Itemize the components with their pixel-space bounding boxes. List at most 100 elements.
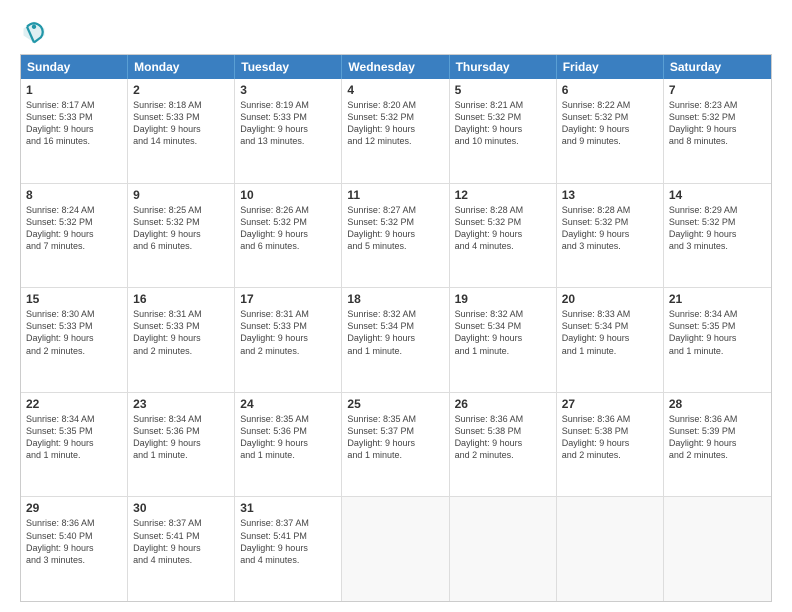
info-line: Sunrise: 8:36 AM	[562, 413, 658, 425]
day-info: Sunrise: 8:32 AMSunset: 5:34 PMDaylight:…	[347, 308, 443, 357]
info-line: Daylight: 9 hours	[26, 123, 122, 135]
info-line: and 6 minutes.	[240, 240, 336, 252]
info-line: Daylight: 9 hours	[347, 123, 443, 135]
day-number: 28	[669, 397, 766, 411]
info-line: Sunrise: 8:31 AM	[133, 308, 229, 320]
day-number: 27	[562, 397, 658, 411]
info-line: and 1 minute.	[347, 449, 443, 461]
day-info: Sunrise: 8:36 AMSunset: 5:39 PMDaylight:…	[669, 413, 766, 462]
day-cell-4: 4Sunrise: 8:20 AMSunset: 5:32 PMDaylight…	[342, 79, 449, 183]
day-number: 29	[26, 501, 122, 515]
info-line: Daylight: 9 hours	[133, 123, 229, 135]
info-line: Daylight: 9 hours	[347, 437, 443, 449]
header-day-monday: Monday	[128, 55, 235, 79]
day-number: 16	[133, 292, 229, 306]
info-line: Daylight: 9 hours	[455, 123, 551, 135]
info-line: Daylight: 9 hours	[347, 228, 443, 240]
info-line: Daylight: 9 hours	[26, 542, 122, 554]
info-line: Sunrise: 8:24 AM	[26, 204, 122, 216]
day-cell-11: 11 Sunrise: 8:27 AMSunset: 5:32 PMDayligh…	[342, 184, 449, 288]
day-cell-19: 19Sunrise: 8:32 AMSunset: 5:34 PMDayligh…	[450, 288, 557, 392]
day-info: Sunrise: 8:19 AMSunset: 5:33 PMDaylight:…	[240, 99, 336, 148]
info-line: and 1 minute.	[669, 345, 766, 357]
info-line: Daylight: 9 hours	[669, 228, 766, 240]
day-info: Sunrise: 8:23 AMSunset: 5:32 PMDaylight:…	[669, 99, 766, 148]
info-line: Daylight: 9 hours	[26, 228, 122, 240]
day-number: 8	[26, 188, 122, 202]
info-line: and 10 minutes.	[455, 135, 551, 147]
day-number: 14	[669, 188, 766, 202]
info-line: Daylight: 9 hours	[240, 542, 336, 554]
info-line: Sunset: 5:32 PM	[455, 111, 551, 123]
info-line: and 1 minute.	[26, 449, 122, 461]
info-line: and 1 minute.	[240, 449, 336, 461]
info-line: Daylight: 9 hours	[669, 123, 766, 135]
day-number: 30	[133, 501, 229, 515]
info-line: and 3 minutes.	[562, 240, 658, 252]
day-info: Sunrise: 8:37 AMSunset: 5:41 PMDaylight:…	[240, 517, 336, 566]
day-cell-16: 16Sunrise: 8:31 AMSunset: 5:33 PMDayligh…	[128, 288, 235, 392]
info-line: Sunrise: 8:33 AM	[562, 308, 658, 320]
day-number: 9	[133, 188, 229, 202]
info-line: Daylight: 9 hours	[26, 437, 122, 449]
calendar-body: 1Sunrise: 8:17 AMSunset: 5:33 PMDaylight…	[21, 79, 771, 601]
day-cell-24: 24Sunrise: 8:35 AMSunset: 5:36 PMDayligh…	[235, 393, 342, 497]
header-day-sunday: Sunday	[21, 55, 128, 79]
day-cell-26: 26Sunrise: 8:36 AMSunset: 5:38 PMDayligh…	[450, 393, 557, 497]
info-line: Daylight: 9 hours	[562, 123, 658, 135]
header-day-saturday: Saturday	[664, 55, 771, 79]
day-info: Sunrise: 8:21 AMSunset: 5:32 PMDaylight:…	[455, 99, 551, 148]
day-info: Sunrise: 8:36 AMSunset: 5:38 PMDaylight:…	[455, 413, 551, 462]
empty-cell	[557, 497, 664, 601]
info-line: Sunrise: 8:30 AM	[26, 308, 122, 320]
info-line: Sunrise: 8:26 AM	[240, 204, 336, 216]
day-info: Sunrise: 8:31 AMSunset: 5:33 PMDaylight:…	[240, 308, 336, 357]
day-info: Sunrise: 8:25 AMSunset: 5:32 PMDaylight:…	[133, 204, 229, 253]
day-number: 2	[133, 83, 229, 97]
info-line: Sunrise: 8:37 AM	[240, 517, 336, 529]
day-cell-31: 31Sunrise: 8:37 AMSunset: 5:41 PMDayligh…	[235, 497, 342, 601]
info-line: Sunset: 5:41 PM	[240, 530, 336, 542]
page: SundayMondayTuesdayWednesdayThursdayFrid…	[0, 0, 792, 612]
info-line: Sunset: 5:36 PM	[133, 425, 229, 437]
info-line: and 3 minutes.	[669, 240, 766, 252]
calendar-header: SundayMondayTuesdayWednesdayThursdayFrid…	[21, 55, 771, 79]
day-cell-5: 5Sunrise: 8:21 AMSunset: 5:32 PMDaylight…	[450, 79, 557, 183]
info-line: Daylight: 9 hours	[562, 228, 658, 240]
info-line: Daylight: 9 hours	[669, 437, 766, 449]
info-line: and 4 minutes.	[240, 554, 336, 566]
info-line: Sunset: 5:32 PM	[133, 216, 229, 228]
info-line: and 7 minutes.	[26, 240, 122, 252]
info-line: Sunrise: 8:35 AM	[240, 413, 336, 425]
info-line: Sunrise: 8:32 AM	[455, 308, 551, 320]
info-line: Sunrise: 8:27 AM	[347, 204, 443, 216]
info-line: and 2 minutes.	[26, 345, 122, 357]
day-info: Sunrise: 8:37 AMSunset: 5:41 PMDaylight:…	[133, 517, 229, 566]
info-line: Sunset: 5:33 PM	[240, 320, 336, 332]
info-line: Daylight: 9 hours	[240, 332, 336, 344]
day-cell-18: 18 Sunrise: 8:32 AMSunset: 5:34 PMDayligh…	[342, 288, 449, 392]
info-line: and 12 minutes.	[347, 135, 443, 147]
day-number: 11	[347, 188, 443, 202]
info-line: Sunset: 5:32 PM	[562, 111, 658, 123]
day-number: 18	[347, 292, 443, 306]
info-line: and 2 minutes.	[240, 345, 336, 357]
day-info: Sunrise: 8:26 AMSunset: 5:32 PMDaylight:…	[240, 204, 336, 253]
info-line: and 2 minutes.	[669, 449, 766, 461]
day-cell-2: 2 Sunrise: 8:18 AMSunset: 5:33 PMDaylight…	[128, 79, 235, 183]
day-info: Sunrise: 8:18 AMSunset: 5:33 PMDaylight:…	[133, 99, 229, 148]
header-day-tuesday: Tuesday	[235, 55, 342, 79]
info-line: Sunset: 5:39 PM	[669, 425, 766, 437]
info-line: Daylight: 9 hours	[240, 228, 336, 240]
empty-cell	[664, 497, 771, 601]
day-number: 15	[26, 292, 122, 306]
day-info: Sunrise: 8:29 AMSunset: 5:32 PMDaylight:…	[669, 204, 766, 253]
info-line: Daylight: 9 hours	[240, 123, 336, 135]
day-info: Sunrise: 8:33 AMSunset: 5:34 PMDaylight:…	[562, 308, 658, 357]
logo-icon	[20, 18, 48, 46]
info-line: and 1 minute.	[455, 345, 551, 357]
info-line: Sunrise: 8:32 AM	[347, 308, 443, 320]
day-cell-12: 12Sunrise: 8:28 AMSunset: 5:32 PMDayligh…	[450, 184, 557, 288]
info-line: Sunset: 5:32 PM	[347, 216, 443, 228]
info-line: Sunset: 5:34 PM	[562, 320, 658, 332]
